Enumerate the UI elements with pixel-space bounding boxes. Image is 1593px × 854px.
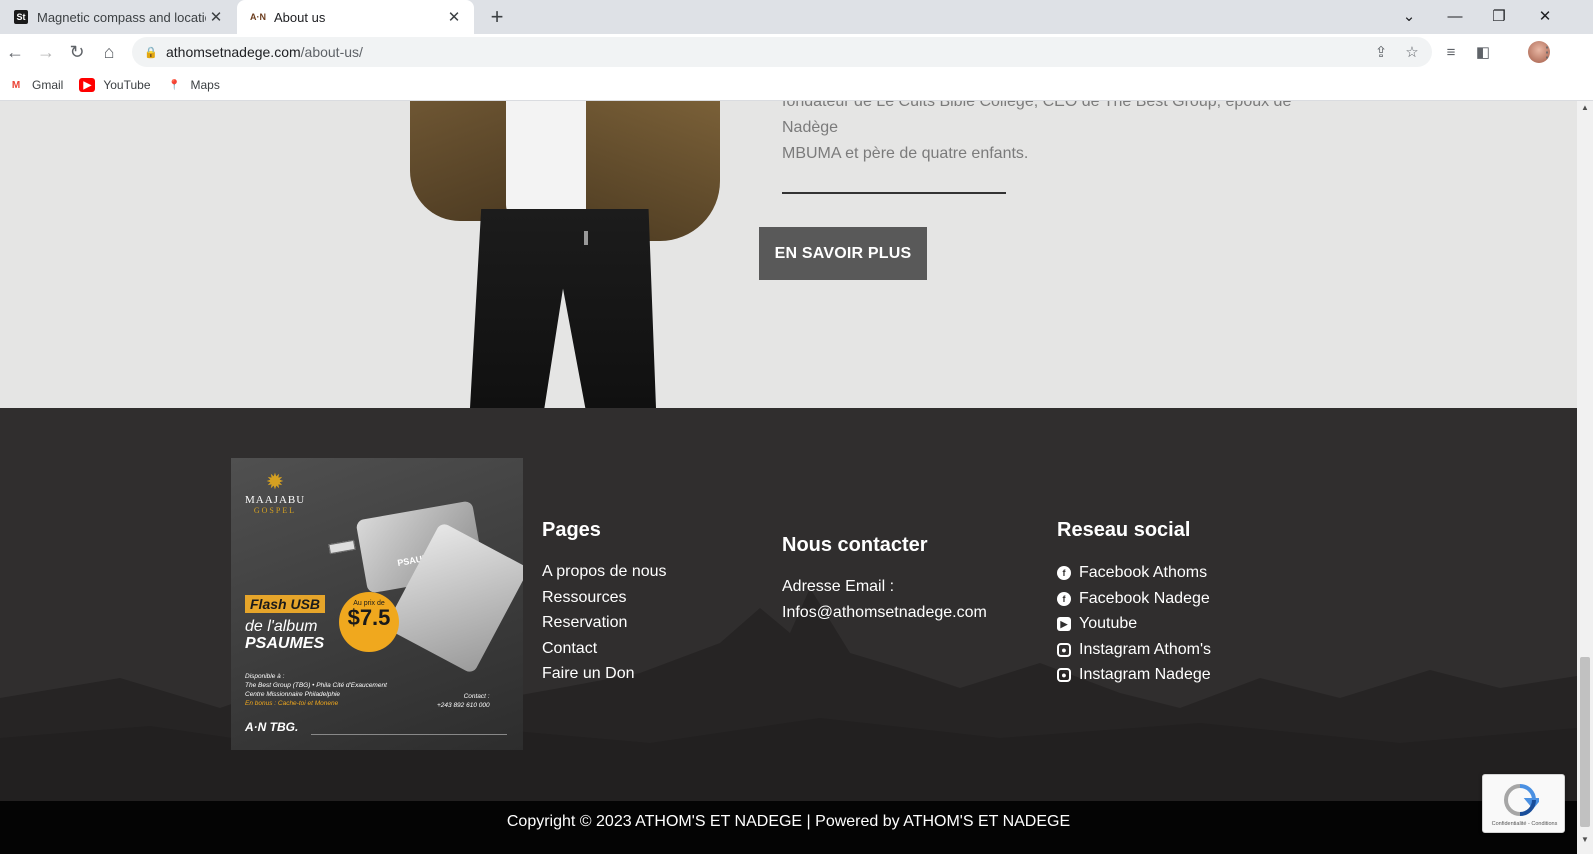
bio-line: fondateur de Le Cults Bible College, CEO… xyxy=(782,101,1292,136)
page-viewport: fondateur de Le Cults Bible College, CEO… xyxy=(0,101,1577,854)
tab-strip: St Magnetic compass and location ✕ A·N A… xyxy=(0,0,1593,34)
usb-connector xyxy=(328,539,356,555)
social-link-youtube[interactable]: ▶ Youtube xyxy=(1057,615,1137,633)
social-link-instagram-athoms[interactable]: ● Instagram Athom's xyxy=(1057,641,1211,659)
youtube-icon: ▶ xyxy=(1057,617,1071,631)
footer-link-resources[interactable]: Ressources xyxy=(542,588,626,608)
bookmark-label: YouTube xyxy=(103,78,151,92)
close-window-icon[interactable]: ✕ xyxy=(1523,0,1567,32)
minimize-icon[interactable]: — xyxy=(1433,0,1477,32)
contact-email-link[interactable]: Infos@athomsetnadege.com xyxy=(782,603,987,623)
recaptcha-terms[interactable]: Confidentialité - Conditions xyxy=(1483,821,1566,827)
bookmarks-bar: M Gmail ▶ YouTube 📍 Maps xyxy=(0,70,1593,101)
menu-kebab-icon[interactable]: ⋮ xyxy=(1533,38,1561,66)
recaptcha-badge[interactable]: Confidentialité - Conditions xyxy=(1482,774,1565,833)
bookmark-label: Maps xyxy=(190,78,220,92)
facebook-icon: f xyxy=(1057,566,1071,580)
address-bar[interactable]: 🔒 athomsetnadege.com/about-us/ xyxy=(132,37,1432,67)
copyright-bar: Copyright © 2023 ATHOM'S ET NADEGE | Pow… xyxy=(0,801,1577,854)
email-label: Adresse Email : xyxy=(782,578,895,595)
forward-icon[interactable]: → xyxy=(32,38,60,66)
maajabu-logo: ✹ MAAJABU GOSPEL xyxy=(245,469,306,516)
youtube-icon: ▶ xyxy=(79,78,96,92)
footer-link-donate[interactable]: Faire un Don xyxy=(542,664,635,684)
url-domain: athomsetnadege.com xyxy=(166,44,301,60)
close-tab-icon[interactable]: ✕ xyxy=(444,8,464,26)
social-link-facebook-nadege[interactable]: f Facebook Nadege xyxy=(1057,590,1210,608)
bookmark-youtube[interactable]: ▶ YouTube xyxy=(79,78,151,92)
tab-about-us[interactable]: A·N About us ✕ xyxy=(237,0,474,34)
recaptcha-icon xyxy=(1503,784,1539,816)
social-link-facebook-athoms[interactable]: f Facebook Athoms xyxy=(1057,564,1207,582)
close-tab-icon[interactable]: ✕ xyxy=(206,8,226,26)
bookmark-star-icon[interactable]: ☆ xyxy=(1398,38,1426,66)
tab-title: About us xyxy=(274,9,326,25)
bio-line: MBUMA et père de quatre enfants. xyxy=(782,145,1029,162)
learn-more-button[interactable]: EN SAVOIR PLUS xyxy=(759,227,927,280)
availability-text: Disponible à : The Best Group (TBG) • Ph… xyxy=(245,673,387,707)
bookmark-maps[interactable]: 📍 Maps xyxy=(167,78,220,92)
pages-heading: Pages xyxy=(542,519,601,541)
site-footer: ✹ MAAJABU GOSPEL PSAUMES Flash USB de l'… xyxy=(0,408,1577,801)
tab-favicon-icon: A·N xyxy=(250,12,266,22)
about-section: fondateur de Le Cults Bible College, CEO… xyxy=(0,101,1577,408)
scrollbar-thumb[interactable] xyxy=(1580,657,1590,827)
bookmark-gmail[interactable]: M Gmail xyxy=(8,78,64,92)
share-icon[interactable]: ⇪ xyxy=(1367,38,1395,66)
home-icon[interactable]: ⌂ xyxy=(95,38,123,66)
reading-list-icon[interactable]: ≡ xyxy=(1437,38,1465,66)
divider xyxy=(782,192,1006,194)
social-heading: Reseau social xyxy=(1057,519,1191,541)
founder-bio: fondateur de Le Cults Bible College, CEO… xyxy=(782,101,1342,167)
gmail-icon: M xyxy=(11,79,21,91)
usb-album-promo-image[interactable]: ✹ MAAJABU GOSPEL PSAUMES Flash USB de l'… xyxy=(231,458,523,750)
page-scrollbar[interactable]: ▲ ▼ xyxy=(1577,101,1593,854)
lock-icon[interactable]: 🔒 xyxy=(144,46,158,59)
tab-magnetic-compass[interactable]: St Magnetic compass and location ✕ xyxy=(0,0,236,34)
promo-contact: Contact : +243 892 610 000 xyxy=(437,693,490,709)
bookmark-label: Gmail xyxy=(32,78,64,92)
tab-favicon-icon: St xyxy=(14,10,28,24)
maps-icon: 📍 xyxy=(168,79,181,91)
tab-title: Magnetic compass and location xyxy=(37,9,206,25)
instagram-icon: ● xyxy=(1057,643,1071,657)
browser-toolbar: ← → ↻ ⌂ 🔒 athomsetnadege.com/about-us/ ⇪… xyxy=(0,34,1593,70)
back-icon[interactable]: ← xyxy=(1,38,29,66)
footer-link-contact[interactable]: Contact xyxy=(542,639,597,659)
side-panel-icon[interactable]: ◧ xyxy=(1469,38,1497,66)
contact-heading: Nous contacter xyxy=(782,534,928,556)
flash-usb-label: Flash USB xyxy=(245,595,326,613)
album-title: de l'album PSAUMES xyxy=(245,618,325,652)
facebook-icon: f xyxy=(1057,592,1071,606)
price-badge: Au prix de $7.5 xyxy=(339,592,399,652)
scroll-down-arrow-icon[interactable]: ▼ xyxy=(1581,835,1589,844)
new-tab-icon[interactable]: + xyxy=(484,4,510,30)
partner-logos: A·N TBG. xyxy=(245,720,299,734)
reload-icon[interactable]: ↻ xyxy=(63,38,91,66)
url-path: /about-us/ xyxy=(300,44,363,60)
social-link-instagram-nadege[interactable]: ● Instagram Nadege xyxy=(1057,666,1211,684)
footer-link-reservation[interactable]: Reservation xyxy=(542,613,627,633)
scroll-up-arrow-icon[interactable]: ▲ xyxy=(1581,103,1589,112)
tab-search-chevron-icon[interactable]: ⌄ xyxy=(1387,0,1431,32)
founder-photo xyxy=(410,101,720,408)
footer-link-about[interactable]: A propos de nous xyxy=(542,562,667,582)
instagram-icon: ● xyxy=(1057,668,1071,682)
restore-icon[interactable]: ❐ xyxy=(1477,0,1521,32)
